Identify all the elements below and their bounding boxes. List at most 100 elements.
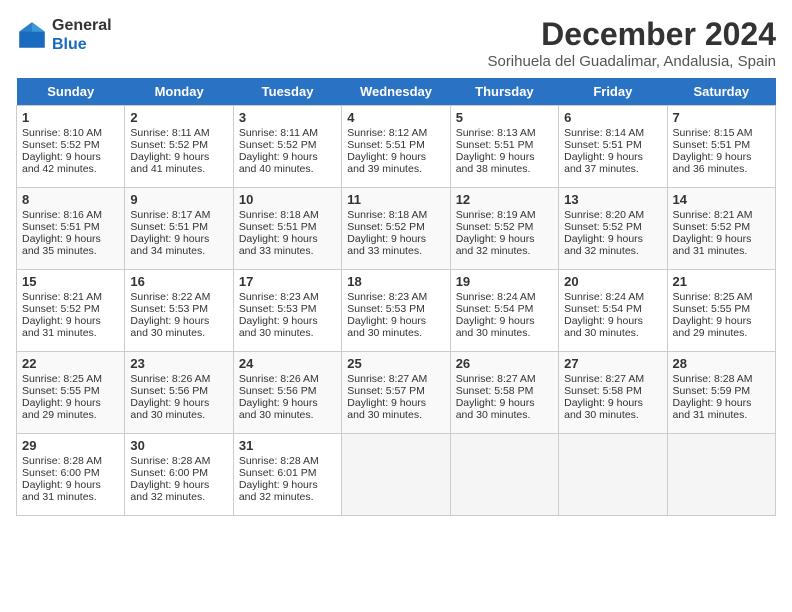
sunrise-text: Sunrise: 8:16 AM [22, 209, 102, 221]
calendar-cell: 24Sunrise: 8:26 AMSunset: 5:56 PMDayligh… [233, 352, 341, 434]
calendar-cell: 10Sunrise: 8:18 AMSunset: 5:51 PMDayligh… [233, 188, 341, 270]
calendar-cell: 1 Sunrise: 8:10 AMSunset: 5:52 PMDaylight… [17, 106, 125, 188]
day-number: 17 [239, 274, 336, 289]
sunrise-text: Sunrise: 8:11 AM [239, 127, 318, 139]
calendar-cell: 14Sunrise: 8:21 AMSunset: 5:52 PMDayligh… [667, 188, 775, 270]
calendar-cell: 22Sunrise: 8:25 AMSunset: 5:55 PMDayligh… [17, 352, 125, 434]
sunset-text: Sunset: 6:00 PM [130, 467, 208, 479]
sunrise-text: Sunrise: 8:22 AM [130, 291, 210, 303]
calendar-cell: 18Sunrise: 8:23 AMSunset: 5:53 PMDayligh… [342, 270, 450, 352]
sunset-text: Sunset: 5:52 PM [22, 303, 100, 315]
sunrise-text: Sunrise: 8:26 AM [130, 373, 210, 385]
sunrise-text: Sunrise: 8:12 AM [347, 127, 427, 139]
sunrise-text: Sunrise: 8:15 AM [673, 127, 753, 139]
daylight-text: Daylight: 9 hours and 37 minutes. [564, 151, 643, 175]
calendar-cell: 15 Sunrise: 8:21 AMSunset: 5:52 PMDayligh… [17, 270, 125, 352]
col-header-monday: Monday [125, 78, 233, 106]
sunrise-text: Sunrise: 8:11 AM [130, 127, 209, 139]
sunset-text: Sunset: 5:51 PM [22, 221, 100, 233]
day-number: 21 [673, 274, 770, 289]
header-row: SundayMondayTuesdayWednesdayThursdayFrid… [17, 78, 776, 106]
calendar-cell: 19Sunrise: 8:24 AMSunset: 5:54 PMDayligh… [450, 270, 558, 352]
logo-text: General Blue [52, 16, 112, 54]
calendar-cell: 27Sunrise: 8:27 AMSunset: 5:58 PMDayligh… [559, 352, 667, 434]
col-header-friday: Friday [559, 78, 667, 106]
calendar-cell: 3Sunrise: 8:11 AMSunset: 5:52 PMDaylight… [233, 106, 341, 188]
day-number: 31 [239, 438, 336, 453]
calendar-cell: 2Sunrise: 8:11 AMSunset: 5:52 PMDaylight… [125, 106, 233, 188]
week-row-2: 8Sunrise: 8:16 AMSunset: 5:51 PMDaylight… [17, 188, 776, 270]
sunrise-text: Sunrise: 8:27 AM [347, 373, 427, 385]
week-row-5: 29Sunrise: 8:28 AMSunset: 6:00 PMDayligh… [17, 434, 776, 516]
sunrise-text: Sunrise: 8:28 AM [130, 455, 210, 467]
day-number: 1 [22, 110, 119, 125]
daylight-text: Daylight: 9 hours and 30 minutes. [239, 397, 318, 421]
logo: General Blue [16, 16, 112, 54]
sunrise-text: Sunrise: 8:25 AM [673, 291, 753, 303]
sunrise-text: Sunrise: 8:23 AM [239, 291, 319, 303]
calendar-cell: 6Sunrise: 8:14 AMSunset: 5:51 PMDaylight… [559, 106, 667, 188]
sunset-text: Sunset: 5:57 PM [347, 385, 425, 397]
daylight-text: Daylight: 9 hours and 29 minutes. [673, 315, 752, 339]
calendar-cell: 31Sunrise: 8:28 AMSunset: 6:01 PMDayligh… [233, 434, 341, 516]
header: General Blue December 2024 Sorihuela del… [16, 16, 776, 70]
col-header-sunday: Sunday [17, 78, 125, 106]
calendar-cell: 5Sunrise: 8:13 AMSunset: 5:51 PMDaylight… [450, 106, 558, 188]
day-number: 29 [22, 438, 119, 453]
calendar-cell: 20Sunrise: 8:24 AMSunset: 5:54 PMDayligh… [559, 270, 667, 352]
daylight-text: Daylight: 9 hours and 29 minutes. [22, 397, 101, 421]
sunrise-text: Sunrise: 8:21 AM [22, 291, 102, 303]
day-number: 27 [564, 356, 661, 371]
calendar-cell: 9Sunrise: 8:17 AMSunset: 5:51 PMDaylight… [125, 188, 233, 270]
day-number: 14 [673, 192, 770, 207]
sunrise-text: Sunrise: 8:24 AM [456, 291, 536, 303]
day-number: 3 [239, 110, 336, 125]
week-row-1: 1Sunrise: 8:10 AMSunset: 5:52 PMDaylight… [17, 106, 776, 188]
daylight-text: Daylight: 9 hours and 30 minutes. [347, 315, 426, 339]
daylight-text: Daylight: 9 hours and 42 minutes. [22, 151, 101, 175]
calendar-cell: 30Sunrise: 8:28 AMSunset: 6:00 PMDayligh… [125, 434, 233, 516]
sunset-text: Sunset: 5:52 PM [456, 221, 534, 233]
day-number: 18 [347, 274, 444, 289]
calendar-cell [450, 434, 558, 516]
sunset-text: Sunset: 5:54 PM [564, 303, 642, 315]
day-number: 23 [130, 356, 227, 371]
daylight-text: Daylight: 9 hours and 39 minutes. [347, 151, 426, 175]
sunset-text: Sunset: 5:54 PM [456, 303, 534, 315]
daylight-text: Daylight: 9 hours and 30 minutes. [130, 397, 209, 421]
day-number: 15 [22, 274, 119, 289]
sunset-text: Sunset: 5:51 PM [130, 221, 208, 233]
daylight-text: Daylight: 9 hours and 31 minutes. [673, 233, 752, 257]
sunset-text: Sunset: 5:52 PM [564, 221, 642, 233]
daylight-text: Daylight: 9 hours and 38 minutes. [456, 151, 535, 175]
day-number: 25 [347, 356, 444, 371]
calendar-cell [667, 434, 775, 516]
sunset-text: Sunset: 5:51 PM [456, 139, 534, 151]
day-number: 10 [239, 192, 336, 207]
sunrise-text: Sunrise: 8:17 AM [130, 209, 210, 221]
daylight-text: Daylight: 9 hours and 33 minutes. [347, 233, 426, 257]
col-header-wednesday: Wednesday [342, 78, 450, 106]
logo-icon [16, 19, 48, 51]
sunset-text: Sunset: 5:52 PM [673, 221, 751, 233]
calendar-cell: 25Sunrise: 8:27 AMSunset: 5:57 PMDayligh… [342, 352, 450, 434]
sunset-text: Sunset: 5:52 PM [130, 139, 208, 151]
col-header-tuesday: Tuesday [233, 78, 341, 106]
sunset-text: Sunset: 5:52 PM [22, 139, 100, 151]
daylight-text: Daylight: 9 hours and 30 minutes. [564, 397, 643, 421]
day-number: 19 [456, 274, 553, 289]
day-number: 8 [22, 192, 119, 207]
daylight-text: Daylight: 9 hours and 31 minutes. [22, 315, 101, 339]
week-row-4: 22Sunrise: 8:25 AMSunset: 5:55 PMDayligh… [17, 352, 776, 434]
day-number: 30 [130, 438, 227, 453]
daylight-text: Daylight: 9 hours and 32 minutes. [456, 233, 535, 257]
sunrise-text: Sunrise: 8:23 AM [347, 291, 427, 303]
daylight-text: Daylight: 9 hours and 30 minutes. [130, 315, 209, 339]
calendar-cell: 26Sunrise: 8:27 AMSunset: 5:58 PMDayligh… [450, 352, 558, 434]
sunrise-text: Sunrise: 8:10 AM [22, 127, 102, 139]
sunrise-text: Sunrise: 8:18 AM [239, 209, 319, 221]
day-number: 4 [347, 110, 444, 125]
calendar-cell: 4Sunrise: 8:12 AMSunset: 5:51 PMDaylight… [342, 106, 450, 188]
daylight-text: Daylight: 9 hours and 40 minutes. [239, 151, 318, 175]
day-number: 22 [22, 356, 119, 371]
